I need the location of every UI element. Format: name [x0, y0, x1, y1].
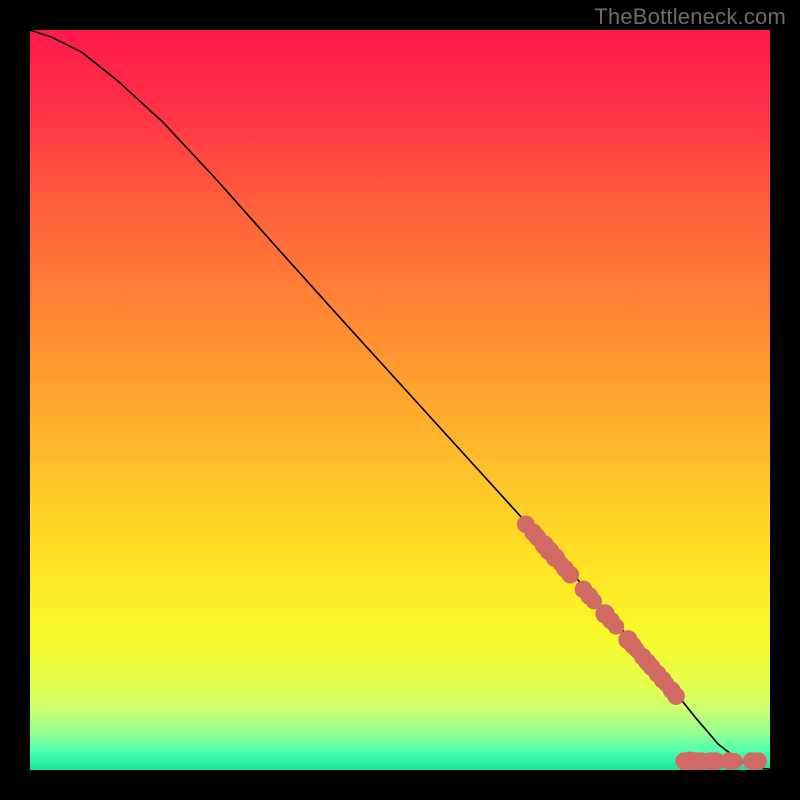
data-points-group [517, 515, 767, 770]
data-point [561, 566, 579, 584]
data-point [726, 753, 742, 769]
chart-frame: TheBottleneck.com [0, 0, 800, 800]
plot-area [30, 30, 770, 770]
bottleneck-curve [30, 30, 770, 769]
data-point [749, 752, 767, 770]
data-point [608, 618, 624, 634]
data-point [667, 687, 685, 705]
watermark-text: TheBottleneck.com [594, 4, 786, 30]
chart-overlay [30, 30, 770, 770]
